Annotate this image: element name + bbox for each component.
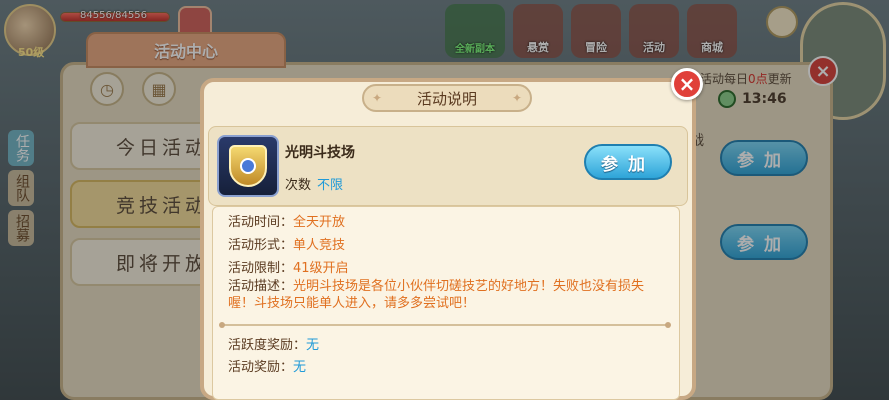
dialog-close-button[interactable]: × bbox=[671, 68, 703, 100]
activity-count: 次数 不限 bbox=[285, 178, 344, 193]
detail-row-format: 活动形式：单人竞技 bbox=[228, 238, 346, 253]
dialog-title: 活动说明 bbox=[362, 84, 532, 112]
detail-row-time: 活动时间：全天开放 bbox=[228, 215, 346, 230]
detail-row-event-reward: 活动奖励：无 bbox=[228, 360, 307, 375]
activity-name: 光明斗技场 bbox=[285, 145, 355, 161]
details-divider bbox=[219, 322, 671, 328]
detail-row-description: 活动描述：光明斗技场是各位小伙伴切磋技艺的好地方！失败也没有损失喔！斗技场只能单… bbox=[228, 279, 645, 311]
detail-row-limit: 活动限制：41级开启 bbox=[228, 261, 349, 276]
detail-row-activity-reward: 活跃度奖励：无 bbox=[228, 338, 320, 353]
join-button[interactable]: 参加 bbox=[584, 144, 672, 180]
arena-shield-icon bbox=[217, 135, 279, 197]
